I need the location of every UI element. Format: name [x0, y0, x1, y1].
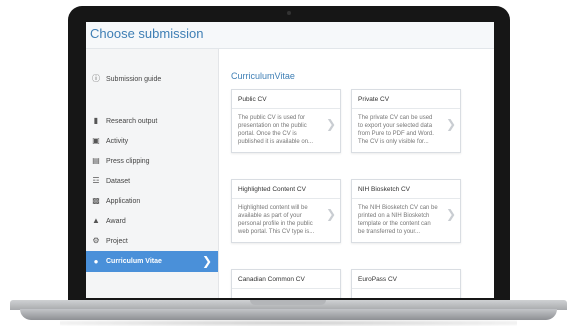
- chevron-right-icon: ❯: [325, 117, 336, 131]
- sidebar: ⓘ Submission guide ▮ Research output ▣ A…: [86, 49, 219, 298]
- sidebar-item-research-output[interactable]: ▮ Research output: [86, 111, 218, 131]
- card-desc-line: Highlighted content will be: [238, 205, 308, 211]
- card-title: Canadian Common CV: [232, 270, 340, 289]
- card-desc-line: portal. Once the CV is: [238, 131, 297, 137]
- card-desc-line: presentation on the public: [238, 123, 307, 129]
- chevron-right-icon: ❯: [201, 254, 212, 268]
- book-icon: ▮: [93, 116, 99, 125]
- card-description: The public CV is used for presentation o…: [232, 109, 340, 152]
- circle-icon: ●: [93, 256, 99, 266]
- screen: Choose submission ⓘ Submission guide ▮ R…: [86, 22, 494, 298]
- card-desc-line: published it is available on...: [238, 139, 314, 145]
- sidebar-item-dataset[interactable]: ☲ Dataset: [86, 171, 218, 191]
- card-title: Highlighted Content CV: [232, 180, 340, 199]
- card-europass-cv[interactable]: EuroPass CV: [351, 269, 461, 298]
- card-desc-line: printed on a NIH Biosketch: [358, 213, 430, 219]
- sidebar-item-label: Submission guide: [106, 75, 162, 83]
- section-title: CurriculumVitae: [231, 71, 295, 81]
- briefcase-icon: ▣: [92, 136, 100, 145]
- card-desc-line: The public CV is used for: [238, 115, 306, 121]
- bar-chart-icon: ▩: [92, 196, 100, 205]
- card-desc-line: available as part of your: [238, 213, 302, 219]
- gear-icon: ⚙: [92, 236, 100, 245]
- sidebar-item-activity[interactable]: ▣ Activity: [86, 131, 218, 151]
- card-desc-line: template or the content can: [358, 221, 431, 227]
- dialog-title: Choose submission: [90, 26, 204, 41]
- newspaper-icon: ▤: [92, 156, 100, 165]
- card-description: Highlighted content will be available as…: [232, 199, 340, 242]
- card-description: The NIH Biosketch CV can be printed on a…: [352, 199, 460, 242]
- card-canadian-common-cv[interactable]: Canadian Common CV: [231, 269, 341, 298]
- sidebar-item-curriculum-vitae[interactable]: ● Curriculum Vitae ❯: [86, 251, 218, 272]
- card-desc-line: personal profile in the public: [238, 221, 313, 227]
- sidebar-item-application[interactable]: ▩ Application: [86, 191, 218, 211]
- card-description: The private CV can be used to export you…: [352, 109, 460, 152]
- card-title: NIH Biosketch CV: [352, 180, 460, 199]
- sidebar-item-label: Curriculum Vitae: [106, 258, 162, 265]
- chevron-right-icon: ❯: [445, 207, 456, 221]
- camera-icon: [287, 11, 291, 15]
- dialog-header: Choose submission: [86, 22, 494, 49]
- database-icon: ☲: [92, 176, 100, 185]
- card-desc-line: The NIH Biosketch CV can be: [358, 205, 438, 211]
- main-panel: CurriculumVitae Public CV The public CV …: [219, 49, 494, 298]
- card-title: Private CV: [352, 90, 460, 109]
- card-desc-line: The private CV can be used: [358, 115, 433, 121]
- card-desc-line: web portal. This CV type is...: [238, 229, 315, 235]
- laptop-notch: [250, 300, 326, 305]
- sidebar-item-label: Press clipping: [106, 157, 150, 165]
- card-desc-line: to export your selected data: [358, 123, 433, 129]
- sidebar-item-project[interactable]: ⚙ Project: [86, 231, 218, 251]
- sidebar-item-label: Dataset: [106, 177, 131, 185]
- card-title: Public CV: [232, 90, 340, 109]
- laptop-shadow: [60, 320, 517, 326]
- laptop-base-bottom: [20, 309, 557, 320]
- sidebar-item-press-clipping[interactable]: ▤ Press clipping: [86, 151, 218, 171]
- card-nih-biosketch-cv[interactable]: NIH Biosketch CV The NIH Biosketch CV ca…: [351, 179, 461, 243]
- sidebar-item-label: Activity: [106, 137, 129, 145]
- sidebar-item-label: Project: [106, 237, 128, 245]
- help-circle-icon: ⓘ: [92, 74, 100, 83]
- card-desc-line: be transferred to your...: [358, 229, 421, 235]
- sidebar-item-label: Award: [106, 217, 126, 225]
- sidebar-item-label: Application: [106, 197, 141, 205]
- card-public-cv[interactable]: Public CV The public CV is used for pres…: [231, 89, 341, 153]
- sidebar-item-award[interactable]: ▲ Award: [86, 211, 218, 231]
- card-highlighted-content-cv[interactable]: Highlighted Content CV Highlighted conte…: [231, 179, 341, 243]
- sidebar-item-label: Research output: [106, 117, 158, 125]
- card-title: EuroPass CV: [352, 270, 460, 289]
- card-private-cv[interactable]: Private CV The private CV can be used to…: [351, 89, 461, 153]
- card-desc-line: from Pure to PDF and Word.: [358, 131, 434, 137]
- chevron-right-icon: ❯: [445, 117, 456, 131]
- card-desc-line: The CV is only visible for...: [358, 139, 429, 145]
- sidebar-item-submission-guide[interactable]: ⓘ Submission guide: [86, 69, 218, 89]
- chevron-right-icon: ❯: [325, 207, 336, 221]
- trophy-icon: ▲: [92, 216, 100, 225]
